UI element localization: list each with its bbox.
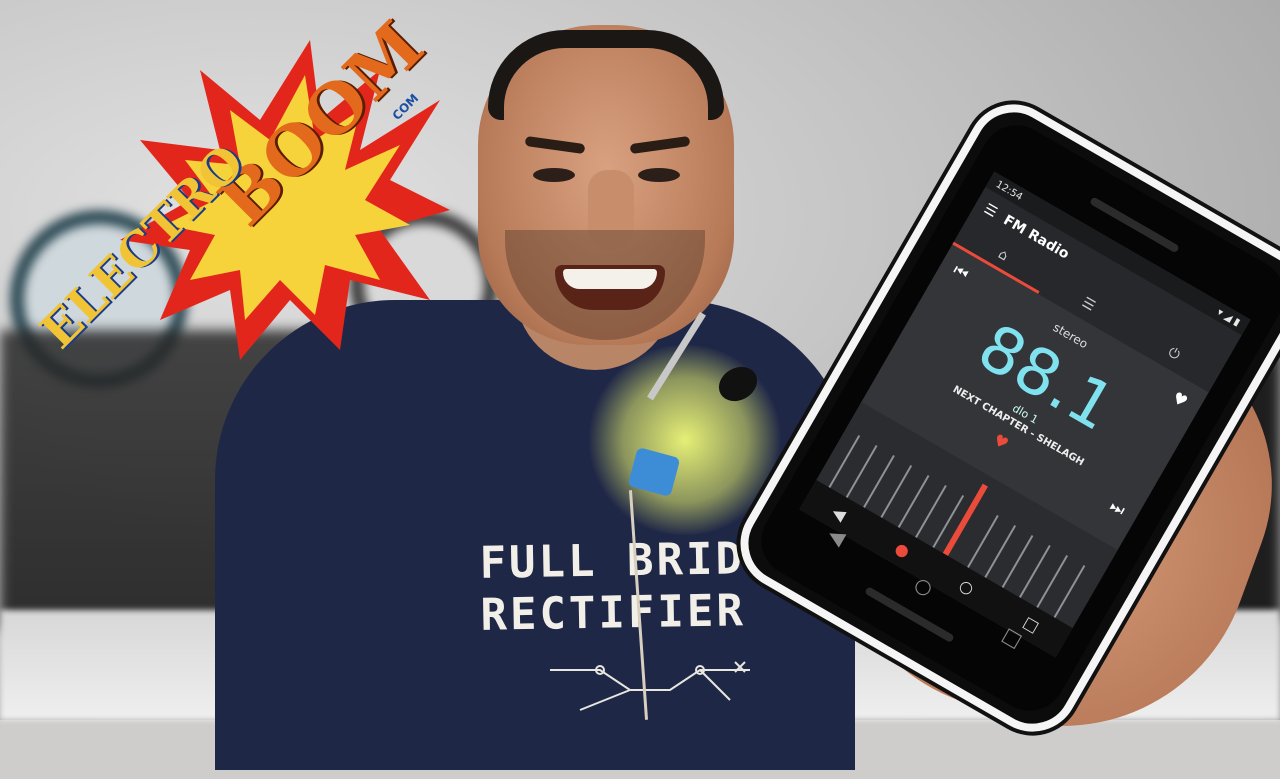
eye-right — [638, 168, 680, 182]
menu-icon[interactable]: ☰ — [981, 201, 1000, 221]
smile — [555, 265, 665, 310]
shirt-print-line2: RECTIFIER — [480, 585, 747, 641]
favorite-heart-icon[interactable]: ♥ — [990, 429, 1012, 453]
shirt-schematic — [550, 661, 750, 711]
skip-previous-icon[interactable]: ⏮ — [949, 260, 972, 285]
back-icon[interactable]: ◀ — [829, 502, 849, 525]
eye-left — [533, 168, 575, 182]
power-icon: ⏻ — [1165, 343, 1184, 364]
radio-icon: ⌂ — [995, 245, 1012, 264]
heart-icon[interactable]: ♥ — [1169, 387, 1191, 411]
dial-tick — [932, 495, 965, 548]
dial-tick — [1053, 565, 1086, 618]
hair — [488, 30, 724, 120]
teeth — [563, 269, 657, 289]
electroboom-logo: BOOM COM ELECTRO — [20, 6, 450, 450]
skip-next-icon[interactable]: ⏭ — [1106, 496, 1129, 521]
list-icon: ☰ — [1079, 294, 1099, 315]
